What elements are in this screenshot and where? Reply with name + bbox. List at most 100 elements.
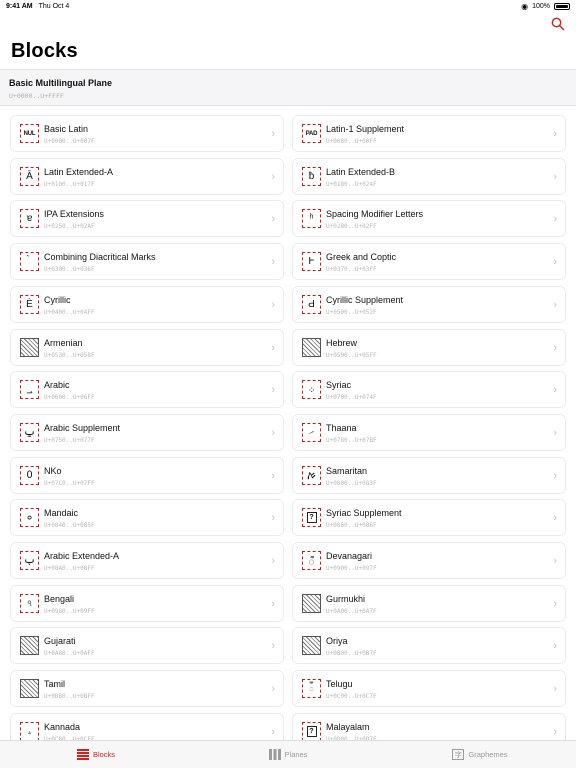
block-cell[interactable]: ? Malayalam U+0D00..U+0D7F ›: [292, 712, 566, 740]
block-glyph: [302, 636, 321, 656]
block-cell[interactable]: ঀ Bengali U+0980..U+09FF ›: [10, 584, 284, 622]
block-range: U+0700..U+074F: [326, 394, 377, 402]
block-cell[interactable]: ƀ Latin Extended-B U+0180..U+024F ›: [292, 157, 566, 195]
block-glyph: ?: [302, 721, 321, 740]
block-cell[interactable]: Ѐ Cyrillic U+0400..U+04FF ›: [10, 285, 284, 323]
tab-bar: Blocks Planes 字 Graphemes: [0, 740, 576, 768]
chevron-right-icon: ›: [271, 640, 275, 653]
block-cell[interactable]: ߀ NKo U+07C0..U+07FF ›: [10, 456, 284, 494]
block-cell[interactable]: Ͱ Greek and Coptic U+0370..U+03FF ›: [292, 243, 566, 281]
block-glyph: ࡀ: [20, 508, 39, 528]
block-name: Bengali: [44, 593, 75, 604]
block-glyph: Ͱ: [302, 252, 321, 272]
block-name: Syriac: [326, 380, 352, 391]
block-cell[interactable]: Gujarati U+0A80..U+0AFF ›: [10, 627, 284, 665]
battery-percent: 100%: [532, 2, 550, 10]
block-name: Kannada: [44, 721, 81, 732]
chevron-right-icon: ›: [553, 384, 557, 397]
block-glyph: ݐ: [20, 422, 39, 442]
block-cell[interactable]: ݐ Arabic Supplement U+0750..U+077F ›: [10, 413, 284, 451]
block-cell[interactable]: ࠀ Samaritan U+0800..U+083F ›: [292, 456, 566, 494]
chevron-right-icon: ›: [271, 469, 275, 482]
block-range: U+0C00..U+0C7F: [326, 693, 377, 701]
block-glyph: ࢠ: [20, 551, 39, 570]
block-cell[interactable]: ಀ Kannada U+0C80..U+0CFF ›: [10, 712, 284, 740]
chevron-right-icon: ›: [553, 256, 557, 269]
block-cell[interactable]: Ā Latin Extended-A U+0100..U+017F ›: [10, 157, 284, 195]
tab-planes[interactable]: Planes: [192, 741, 384, 768]
chevron-right-icon: ›: [271, 384, 275, 397]
search-button[interactable]: [550, 16, 566, 32]
block-cell[interactable]: ࡀ Mandaic U+0840..U+085F ›: [10, 499, 284, 537]
block-cell[interactable]: ࢠ Arabic Extended-A U+08A0..U+08FF ›: [10, 542, 284, 579]
tab-graphemes[interactable]: 字 Graphemes: [384, 741, 576, 768]
block-range: U+0100..U+017F: [44, 180, 95, 188]
block-cell[interactable]: ఀ Telugu U+0C00..U+0C7F ›: [292, 670, 566, 708]
block-cell[interactable]: ̀ Combining Diacritical Marks U+0300..U+03…: [10, 243, 284, 281]
block-range: U+0600..U+06FF: [44, 394, 95, 402]
block-cell[interactable]: ऀ Devanagari U+0900..U+097F ›: [292, 542, 566, 579]
tab-blocks[interactable]: Blocks: [0, 741, 192, 768]
block-cell[interactable]: ɐ IPA Extensions U+0250..U+02AF ›: [10, 200, 284, 238]
block-glyph: [20, 636, 39, 656]
block-cell[interactable]: Tamil U+0B80..U+0BFF ›: [10, 670, 284, 708]
block-cell[interactable]: Gurmukhi U+0A00..U+0A7F ›: [292, 584, 566, 622]
block-range: U+0800..U+083F: [326, 479, 377, 487]
block-cell[interactable]: ؀ Arabic U+0600..U+06FF ›: [10, 371, 284, 409]
block-name: Oriya: [326, 636, 348, 647]
block-name: Telugu: [326, 679, 353, 690]
block-glyph: ɐ: [20, 209, 39, 229]
block-cell[interactable]: ހ Thaana U+0780..U+07BF ›: [292, 413, 566, 451]
chevron-right-icon: ›: [553, 512, 557, 525]
block-range: U+0500..U+052F: [326, 308, 377, 316]
block-glyph: ̀: [20, 252, 39, 272]
block-glyph: ऀ: [302, 551, 321, 570]
block-glyph: ƀ: [302, 166, 321, 186]
block-cell[interactable]: Hebrew U+0590..U+05FF ›: [292, 328, 566, 366]
chevron-right-icon: ›: [271, 725, 275, 738]
block-name: Armenian: [44, 337, 83, 348]
block-glyph: ঀ: [20, 593, 39, 613]
block-range: U+0750..U+077F: [44, 436, 95, 444]
block-range: U+0370..U+03FF: [326, 266, 377, 274]
tab-graphemes-label: Graphemes: [468, 750, 508, 759]
block-name: Devanagari: [326, 551, 373, 561]
block-name: Greek and Coptic: [326, 252, 397, 263]
block-name: Mandaic: [44, 508, 79, 519]
chevron-right-icon: ›: [553, 725, 557, 738]
chevron-right-icon: ›: [271, 683, 275, 696]
block-cell[interactable]: ʰ Spacing Modifier Letters U+02B0..U+02FF ›: [292, 200, 566, 238]
block-name: Basic Latin: [44, 124, 89, 134]
block-list: NUL Basic Latin U+0000..U+007F › PAD Latin-1 …: [10, 115, 566, 740]
block-range: U+02B0..U+02FF: [326, 223, 377, 231]
character-icon: 字: [452, 749, 465, 760]
chevron-right-icon: ›: [271, 597, 275, 610]
block-name: Thaana: [326, 422, 357, 433]
block-cell[interactable]: PAD Latin-1 Supplement U+0080..U+00FF ›: [292, 115, 566, 152]
block-name: Spacing Modifier Letters: [326, 209, 424, 220]
chevron-right-icon: ›: [553, 128, 557, 140]
block-glyph: ߀: [20, 465, 39, 485]
block-range: U+0A80..U+0AFF: [44, 650, 95, 658]
block-range: U+0840..U+085F: [44, 522, 95, 530]
block-glyph: ಀ: [20, 721, 39, 740]
grid-icon: [268, 749, 281, 760]
chevron-right-icon: ›: [553, 683, 557, 696]
block-range: U+0900..U+097F: [326, 565, 377, 572]
block-range: U+0180..U+024F: [326, 180, 377, 188]
block-cell[interactable]: ? Syriac Supplement U+0860..U+086F ›: [292, 499, 566, 537]
block-range: U+0780..U+07BF: [326, 436, 377, 444]
block-cell[interactable]: Oriya U+0B00..U+0B7F ›: [292, 627, 566, 665]
block-glyph: [20, 679, 39, 699]
chevron-right-icon: ›: [553, 170, 557, 183]
block-glyph: [302, 337, 321, 357]
battery-icon: [554, 2, 570, 10]
block-glyph: Ā: [20, 166, 39, 186]
block-cell[interactable]: Armenian U+0530..U+058F ›: [10, 328, 284, 366]
block-cell[interactable]: NUL Basic Latin U+0000..U+007F ›: [10, 115, 284, 152]
chevron-right-icon: ›: [553, 469, 557, 482]
chevron-right-icon: ›: [271, 426, 275, 439]
block-cell[interactable]: Ԁ Cyrillic Supplement U+0500..U+052F ›: [292, 285, 566, 323]
chevron-right-icon: ›: [271, 256, 275, 269]
block-cell[interactable]: ܀ Syriac U+0700..U+074F ›: [292, 371, 566, 409]
